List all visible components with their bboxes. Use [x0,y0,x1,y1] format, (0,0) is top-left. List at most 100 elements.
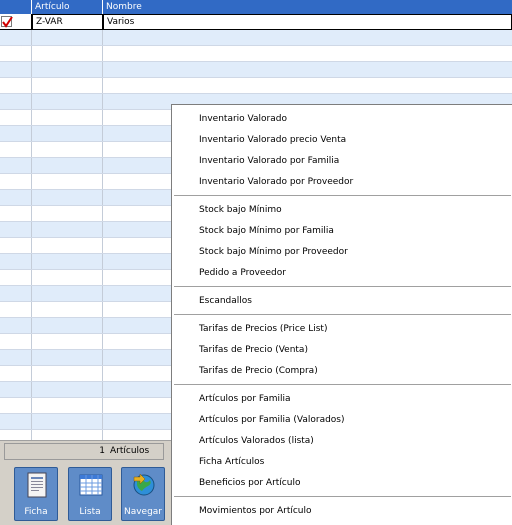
menu-item[interactable]: Ficha Artículos [172,452,512,472]
table-cell[interactable] [32,62,103,77]
table-cell[interactable] [32,430,103,440]
table-cell[interactable] [32,30,103,45]
table-cell[interactable] [32,366,103,381]
table-cell[interactable] [32,254,103,269]
cell-articulo[interactable]: Z-VAR [32,14,103,29]
table-cell[interactable] [32,334,103,349]
table-cell[interactable] [0,190,32,205]
table-cell[interactable] [103,78,512,93]
menu-item[interactable]: Pedido a Proveedor [172,263,512,283]
table-cell[interactable] [0,110,32,125]
table-cell[interactable] [32,414,103,429]
column-header-articulo[interactable]: Artículo [32,0,103,14]
row-checkbox[interactable] [1,16,13,28]
table-cell[interactable] [0,142,32,157]
menu-separator [174,384,511,386]
table-cell[interactable] [32,350,103,365]
document-icon [27,472,47,498]
row-check-cell[interactable] [0,14,32,29]
table-cell[interactable] [0,382,32,397]
menu-item[interactable]: Stock bajo Mínimo [172,200,512,220]
table-cell[interactable] [32,158,103,173]
table-cell[interactable] [32,94,103,109]
table-row[interactable] [0,46,512,62]
grid-header: Artículo Nombre [0,0,512,14]
table-cell[interactable] [32,174,103,189]
menu-item[interactable]: Inventario Valorado por Familia [172,151,512,171]
table-cell[interactable] [0,30,32,45]
lista-button-label: Lista [79,507,101,517]
table-cell[interactable] [103,62,512,77]
column-header-nombre[interactable]: Nombre [103,0,512,14]
table-row[interactable] [0,30,512,46]
table-cell[interactable] [32,190,103,205]
table-cell[interactable] [0,158,32,173]
table-cell[interactable] [0,254,32,269]
menu-item[interactable]: Tarifas de Precio (Compra) [172,361,512,381]
table-cell[interactable] [0,302,32,317]
table-cell[interactable] [32,302,103,317]
table-row[interactable] [0,62,512,78]
table-cell[interactable] [0,398,32,413]
table-cell[interactable] [0,334,32,349]
table-cell[interactable] [32,110,103,125]
checkmark-icon [2,17,13,28]
column-header-check[interactable] [0,0,32,14]
lista-button[interactable]: Lista [68,467,112,521]
ficha-button[interactable]: Ficha [14,467,58,521]
table-cell[interactable] [0,270,32,285]
table-row[interactable]: Z-VAR Varios [0,14,512,30]
table-cell[interactable] [0,46,32,61]
table-cell[interactable] [0,238,32,253]
table-cell[interactable] [0,222,32,237]
menu-item[interactable]: Artículos por Familia (Valorados) [172,410,512,430]
table-cell[interactable] [0,174,32,189]
menu-item[interactable]: Inventario Valorado [172,109,512,129]
table-cell[interactable] [32,286,103,301]
table-cell[interactable] [32,222,103,237]
menu-separator [174,286,511,288]
table-cell[interactable] [0,366,32,381]
table-cell[interactable] [0,206,32,221]
table-cell[interactable] [0,318,32,333]
table-cell[interactable] [32,398,103,413]
table-cell[interactable] [0,78,32,93]
table-cell[interactable] [0,430,32,440]
menu-item[interactable]: Inventario Valorado precio Venta [172,130,512,150]
table-cell[interactable] [32,46,103,61]
table-cell[interactable] [32,126,103,141]
table-cell[interactable] [103,30,512,45]
table-cell[interactable] [0,126,32,141]
table-cell[interactable] [32,382,103,397]
record-count-label: Artículos [110,446,150,456]
table-cell[interactable] [32,238,103,253]
table-cell[interactable] [0,414,32,429]
table-cell[interactable] [0,286,32,301]
menu-item[interactable]: Tarifas de Precio (Venta) [172,340,512,360]
table-cell[interactable] [0,62,32,77]
menu-item[interactable]: Tarifas de Precios (Price List) [172,319,512,339]
cell-nombre[interactable]: Varios [103,14,512,29]
table-cell[interactable] [0,350,32,365]
table-cell[interactable] [32,206,103,221]
menu-item[interactable]: Artículos por Familia [172,389,512,409]
table-cell[interactable] [32,78,103,93]
navegar-button-label: Navegar [123,507,163,517]
navegar-button[interactable]: Navegar [121,467,165,521]
menu-item[interactable]: Stock bajo Mínimo por Familia [172,221,512,241]
navigate-globe-icon [133,473,155,496]
table-cell[interactable] [32,270,103,285]
ficha-button-label: Ficha [24,507,48,517]
table-cell[interactable] [0,94,32,109]
menu-item[interactable]: Artículos Valorados (lista) [172,431,512,451]
table-cell[interactable] [103,46,512,61]
table-row[interactable] [0,78,512,94]
menu-separator [174,195,511,197]
table-cell[interactable] [32,142,103,157]
menu-item[interactable]: Escandallos [172,291,512,311]
menu-item[interactable]: Stock bajo Mínimo por Proveedor [172,242,512,262]
table-cell[interactable] [32,318,103,333]
menu-item[interactable]: Movimientos por Artículo [172,501,512,521]
menu-item[interactable]: Beneficios por Artículo [172,473,512,493]
menu-item[interactable]: Inventario Valorado por Proveedor [172,172,512,192]
